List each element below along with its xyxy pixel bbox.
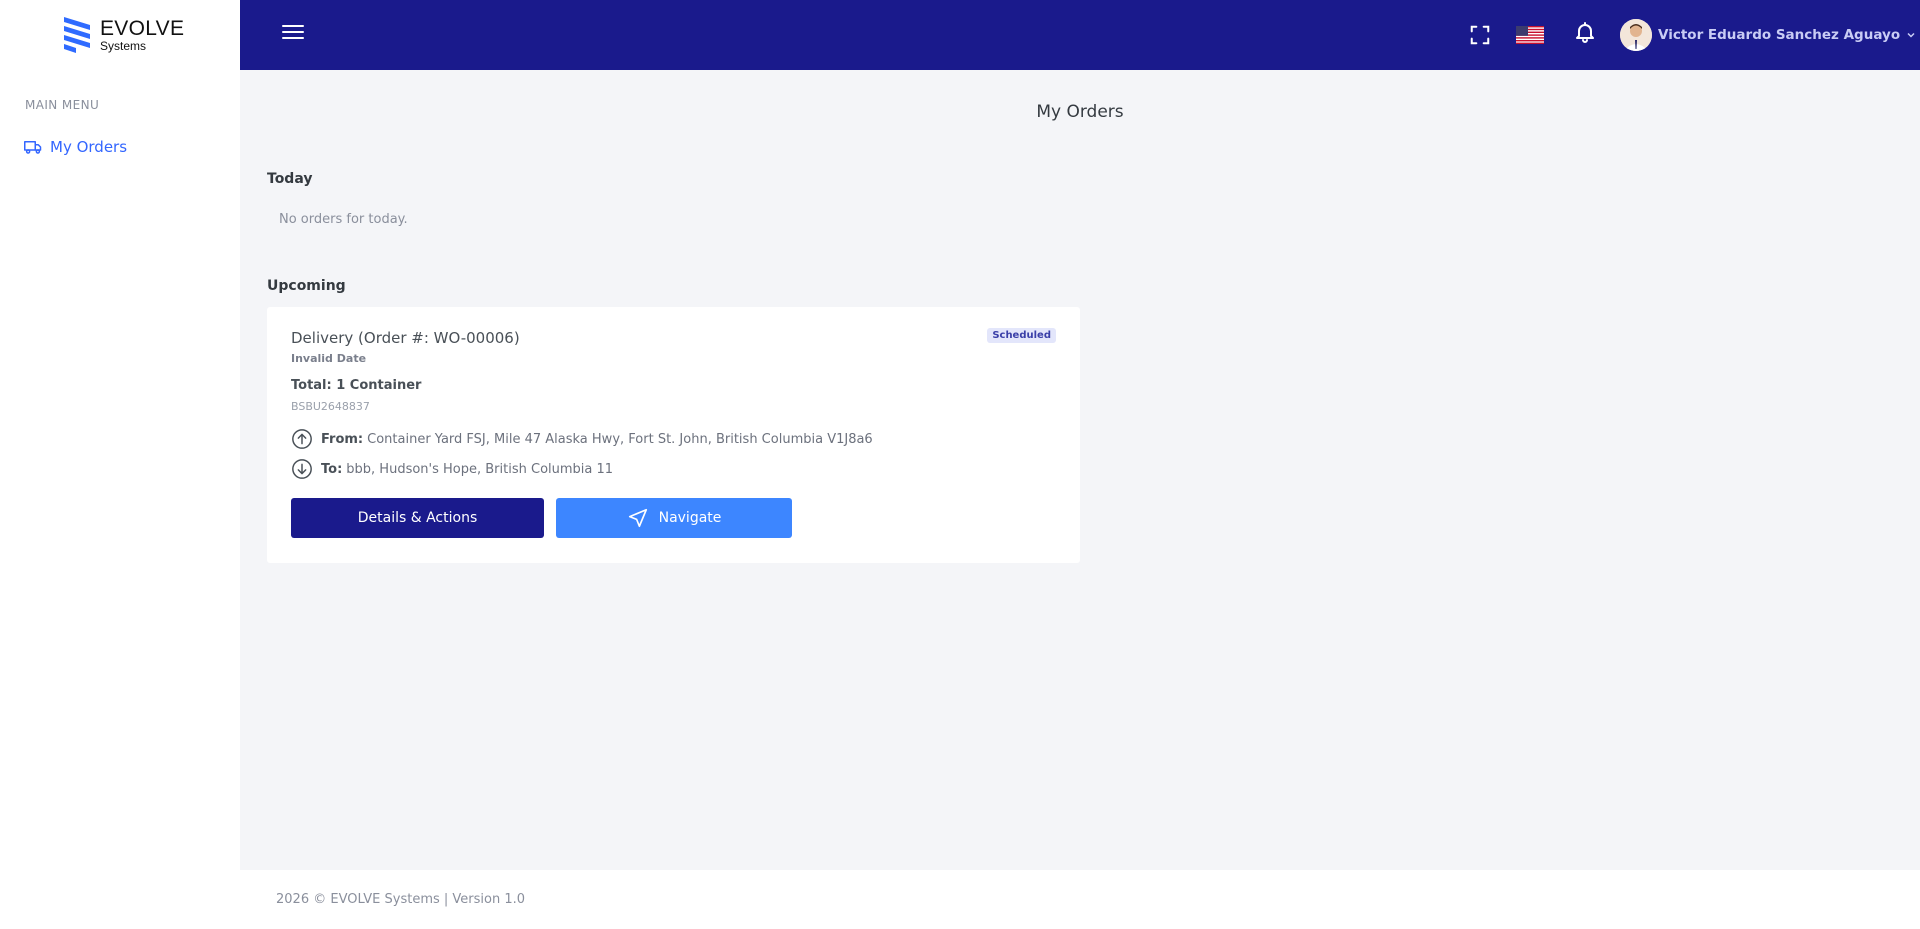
avatar [1620, 19, 1652, 51]
section-title-upcoming: Upcoming [267, 278, 346, 294]
route-to: To: bbb, Hudson's Hope, British Columbia… [291, 458, 613, 480]
footer: 2026 © EVOLVE Systems | Version 1.0 [240, 870, 1920, 929]
evolve-logo-icon [64, 17, 90, 53]
sidebar-item-my-orders[interactable]: My Orders [24, 136, 127, 158]
user-avatar-icon [1620, 19, 1652, 51]
chevron-down-icon [1907, 32, 1915, 38]
empty-today-text: No orders for today. [279, 212, 408, 227]
truck-icon [24, 141, 42, 154]
arrow-up-circle-icon [292, 429, 312, 449]
navigate-button[interactable]: Navigate [556, 498, 792, 538]
details-actions-label: Details & Actions [357, 510, 478, 526]
navigate-label: Navigate [658, 510, 722, 526]
to-label: To: [321, 461, 343, 477]
order-total: Total: 1 Container [291, 378, 422, 393]
navigation-arrow-icon [628, 508, 647, 528]
to-address: bbb, Hudson's Hope, British Columbia 11 [346, 461, 614, 477]
order-date: Invalid Date [291, 352, 367, 365]
order-title: Delivery (Order #: WO-00006) [291, 329, 520, 347]
order-card: Delivery (Order #: WO-00006) Scheduled I… [267, 307, 1080, 563]
user-name: Victor Eduardo Sanchez Aguayo [1658, 27, 1901, 43]
container-id: BSBU2648837 [291, 400, 370, 413]
bell-icon[interactable] [1573, 20, 1597, 44]
arrow-down-circle-icon [292, 459, 312, 479]
menu-title: MAIN MENU [25, 98, 100, 112]
fullscreen-icon[interactable] [1469, 24, 1491, 46]
from-address: Container Yard FSJ, Mile 47 Alaska Hwy, … [367, 431, 873, 447]
footer-text: 2026 © EVOLVE Systems | Version 1.0 [276, 892, 526, 907]
topbar: Victor Eduardo Sanchez Aguayo [240, 0, 1920, 70]
user-menu[interactable]: Victor Eduardo Sanchez Aguayo [1620, 18, 1916, 52]
sidebar: EVOLVE Systems MAIN MENU My Orders [0, 0, 240, 929]
section-title-today: Today [267, 171, 313, 187]
us-flag-icon[interactable] [1516, 26, 1544, 44]
from-label: From: [321, 431, 364, 447]
logo-sub: Systems [100, 39, 147, 53]
page-title: My Orders [1036, 102, 1124, 122]
status-badge: Scheduled [987, 328, 1056, 343]
menu-toggle-icon[interactable] [282, 25, 304, 45]
logo[interactable]: EVOLVE Systems [62, 14, 184, 56]
route-from: From: Container Yard FSJ, Mile 47 Alaska… [291, 428, 873, 450]
logo-brand: EVOLVE [100, 17, 185, 40]
details-actions-button[interactable]: Details & Actions [291, 498, 544, 538]
sidebar-item-label: My Orders [50, 138, 128, 156]
